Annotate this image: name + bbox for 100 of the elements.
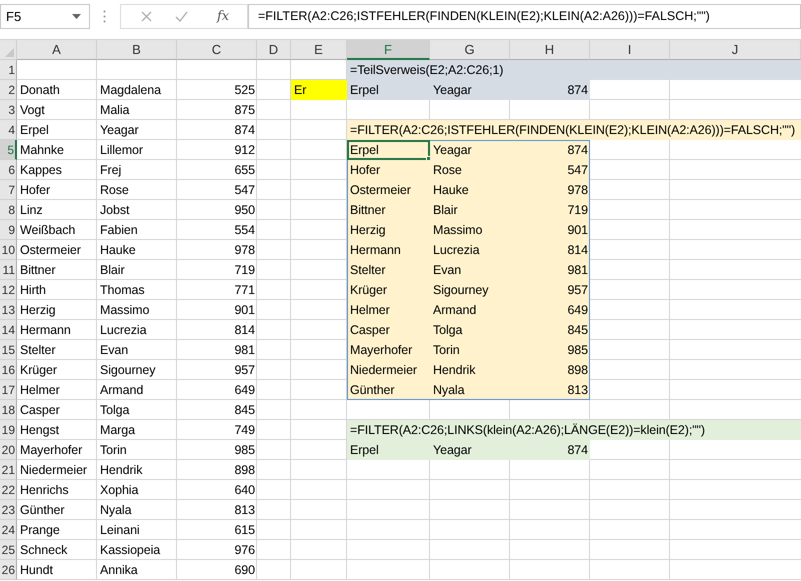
spreadsheet-cell[interactable]: Hengst: [17, 420, 97, 440]
column-header[interactable]: A: [17, 40, 97, 60]
spreadsheet-cell[interactable]: Casper: [347, 320, 430, 340]
highlighted-cell[interactable]: [670, 60, 801, 80]
spreadsheet-cell[interactable]: Henrichs: [17, 480, 97, 500]
column-header[interactable]: G: [430, 40, 510, 60]
spreadsheet-cell[interactable]: Rose: [97, 180, 177, 200]
formula-field[interactable]: =FILTER(A2:C26;ISTFEHLER(FINDEN(KLEIN(E2);KLEIN(A2:A26)))=FALSCH;""): [248, 4, 801, 29]
spreadsheet-cell[interactable]: Hendrik: [430, 360, 510, 380]
spreadsheet-cell[interactable]: 845: [510, 320, 590, 340]
spreadsheet-cell[interactable]: Tolga: [430, 320, 510, 340]
row-header[interactable]: 22: [0, 480, 17, 500]
spreadsheet-cell[interactable]: 978: [510, 180, 590, 200]
spreadsheet-cell[interactable]: Yeagar: [430, 440, 510, 460]
name-box[interactable]: F5: [0, 4, 90, 29]
spreadsheet-cell[interactable]: 957: [510, 280, 590, 300]
row-header[interactable]: 14: [0, 320, 17, 340]
spreadsheet-cell[interactable]: 981: [177, 340, 257, 360]
spreadsheet-cell[interactable]: Leinani: [97, 520, 177, 540]
spreadsheet-cell[interactable]: Niedermeier: [347, 360, 430, 380]
spreadsheet-cell[interactable]: 749: [177, 420, 257, 440]
spreadsheet-cell[interactable]: Xophia: [97, 480, 177, 500]
spreadsheet-cell[interactable]: Torin: [430, 340, 510, 360]
spreadsheet-cell[interactable]: Armand: [430, 300, 510, 320]
spreadsheet-cell[interactable]: 525: [177, 80, 257, 100]
spreadsheet-cell[interactable]: Erpel: [347, 140, 430, 160]
spreadsheet-cell[interactable]: Linz: [17, 200, 97, 220]
spreadsheet-cell[interactable]: =FILTER(A2:C26;LINKS(klein(A2:A26);LÄNGE(E2))=klein(E2);""): [347, 420, 801, 440]
spreadsheet-cell[interactable]: Malia: [97, 100, 177, 120]
spreadsheet-cell[interactable]: 950: [177, 200, 257, 220]
spreadsheet-cell[interactable]: Blair: [430, 200, 510, 220]
spreadsheet-cell[interactable]: Yeagar: [430, 140, 510, 160]
spreadsheet-cell[interactable]: Thomas: [97, 280, 177, 300]
spreadsheet-cell[interactable]: Evan: [430, 260, 510, 280]
row-header[interactable]: 18: [0, 400, 17, 420]
spreadsheet-cell[interactable]: 649: [510, 300, 590, 320]
spreadsheet-cell[interactable]: Massimo: [430, 220, 510, 240]
spreadsheet-cell[interactable]: Magdalena: [97, 80, 177, 100]
spreadsheet-cell[interactable]: 957: [177, 360, 257, 380]
spreadsheet-cell[interactable]: Rose: [430, 160, 510, 180]
spreadsheet-cell[interactable]: 655: [177, 160, 257, 180]
row-header[interactable]: 4: [0, 120, 17, 140]
spreadsheet-cell[interactable]: Er: [291, 80, 347, 100]
spreadsheet-cell[interactable]: Donath: [17, 80, 97, 100]
row-header[interactable]: 1: [0, 60, 17, 80]
spreadsheet-cell[interactable]: Herzig: [17, 300, 97, 320]
spreadsheet-cell[interactable]: Sigourney: [430, 280, 510, 300]
spreadsheet-cell[interactable]: Ostermeier: [17, 240, 97, 260]
spreadsheet-cell[interactable]: Hendrik: [97, 460, 177, 480]
row-header[interactable]: 20: [0, 440, 17, 460]
spreadsheet-cell[interactable]: 901: [177, 300, 257, 320]
row-header[interactable]: 21: [0, 460, 17, 480]
column-header[interactable]: J: [670, 40, 801, 60]
spreadsheet-cell[interactable]: Helmer: [347, 300, 430, 320]
column-header[interactable]: C: [177, 40, 257, 60]
spreadsheet-cell[interactable]: Marga: [97, 420, 177, 440]
spreadsheet-cell[interactable]: Ostermeier: [347, 180, 430, 200]
spreadsheet-cell[interactable]: 976: [177, 540, 257, 560]
row-header[interactable]: 3: [0, 100, 17, 120]
spreadsheet-cell[interactable]: Blair: [97, 260, 177, 280]
spreadsheet-cell[interactable]: 690: [177, 560, 257, 580]
row-header[interactable]: 23: [0, 500, 17, 520]
insert-function-button[interactable]: fx: [215, 9, 232, 24]
spreadsheet-cell[interactable]: 981: [510, 260, 590, 280]
spreadsheet-cell[interactable]: 978: [177, 240, 257, 260]
spreadsheet-cell[interactable]: 814: [510, 240, 590, 260]
column-header[interactable]: H: [510, 40, 590, 60]
spreadsheet-cell[interactable]: Armand: [97, 380, 177, 400]
spreadsheet-cell[interactable]: Hofer: [347, 160, 430, 180]
spreadsheet-cell[interactable]: Prange: [17, 520, 97, 540]
row-header[interactable]: 16: [0, 360, 17, 380]
row-header[interactable]: 6: [0, 160, 17, 180]
spreadsheet-cell[interactable]: Mayerhofer: [347, 340, 430, 360]
spreadsheet-cell[interactable]: Hauke: [430, 180, 510, 200]
spreadsheet-cell[interactable]: Erpel: [347, 440, 430, 460]
spreadsheet-cell[interactable]: Hirth: [17, 280, 97, 300]
row-header[interactable]: 26: [0, 560, 17, 580]
spreadsheet-cell[interactable]: Lillemor: [97, 140, 177, 160]
spreadsheet-cell[interactable]: Bittner: [347, 200, 430, 220]
column-header[interactable]: B: [97, 40, 177, 60]
spreadsheet-cell[interactable]: 554: [177, 220, 257, 240]
spreadsheet-cell[interactable]: Jobst: [97, 200, 177, 220]
spreadsheet-cell[interactable]: 813: [177, 500, 257, 520]
spreadsheet-cell[interactable]: 985: [177, 440, 257, 460]
spreadsheet-cell[interactable]: 719: [177, 260, 257, 280]
spreadsheet-cell[interactable]: Erpel: [17, 120, 97, 140]
spreadsheet-cell[interactable]: Mahnke: [17, 140, 97, 160]
spreadsheet-cell[interactable]: 874: [177, 120, 257, 140]
spreadsheet-cell[interactable]: Weißbach: [17, 220, 97, 240]
spreadsheet-cell[interactable]: Lucrezia: [97, 320, 177, 340]
checkmark-icon[interactable]: [175, 11, 188, 22]
spreadsheet-cell[interactable]: Annika: [97, 560, 177, 580]
spreadsheet-cell[interactable]: Fabien: [97, 220, 177, 240]
spreadsheet-cell[interactable]: 771: [177, 280, 257, 300]
cancel-icon[interactable]: [141, 11, 152, 22]
column-header[interactable]: F: [347, 40, 430, 60]
row-header[interactable]: 19: [0, 420, 17, 440]
spreadsheet-cell[interactable]: Tolga: [97, 400, 177, 420]
spreadsheet-cell[interactable]: Massimo: [97, 300, 177, 320]
spreadsheet-cell[interactable]: 845: [177, 400, 257, 420]
